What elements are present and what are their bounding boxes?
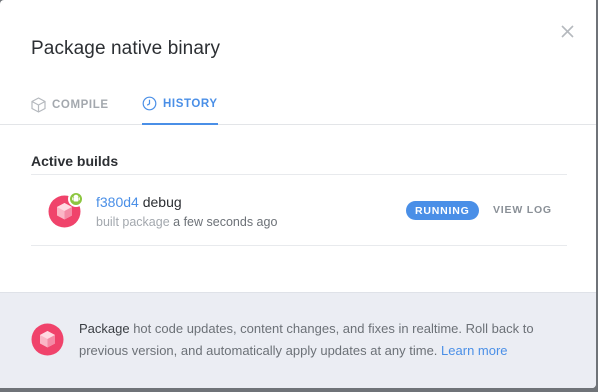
tab-history[interactable]: HISTORY <box>142 88 218 125</box>
view-log-button[interactable]: VIEW LOG <box>493 204 552 216</box>
tab-compile-label: COMPILE <box>52 98 109 111</box>
learn-more-link[interactable]: Learn more <box>441 343 507 358</box>
close-icon <box>561 25 574 38</box>
build-name: debug <box>142 194 182 210</box>
footer-info: Package hot code updates, content change… <box>0 292 596 388</box>
modal-title: Package native binary <box>31 38 221 59</box>
package-icon <box>31 323 64 356</box>
android-icon <box>68 191 84 207</box>
build-hash-link[interactable]: f380d4 <box>96 194 139 210</box>
section-title: Active builds <box>31 153 119 169</box>
tab-compile[interactable]: COMPILE <box>31 88 109 125</box>
build-meta: built package a few seconds ago <box>96 215 277 229</box>
tab-bar: COMPILE HISTORY <box>0 88 596 125</box>
status-badge: RUNNING <box>406 201 479 220</box>
footer-strong: Package <box>79 321 130 336</box>
build-action: built package <box>96 215 170 229</box>
build-time: a few seconds ago <box>173 215 278 229</box>
build-title: f380d4 debug <box>96 194 182 210</box>
package-modal: Package native binary COMPILE HISTORY Ac… <box>0 0 596 388</box>
cube-icon <box>31 96 46 113</box>
clock-icon <box>142 96 157 111</box>
close-button[interactable] <box>558 22 578 42</box>
tab-history-label: HISTORY <box>163 97 218 110</box>
build-row: f380d4 debug built package a few seconds… <box>31 174 567 246</box>
footer-description: Package hot code updates, content change… <box>79 318 549 362</box>
